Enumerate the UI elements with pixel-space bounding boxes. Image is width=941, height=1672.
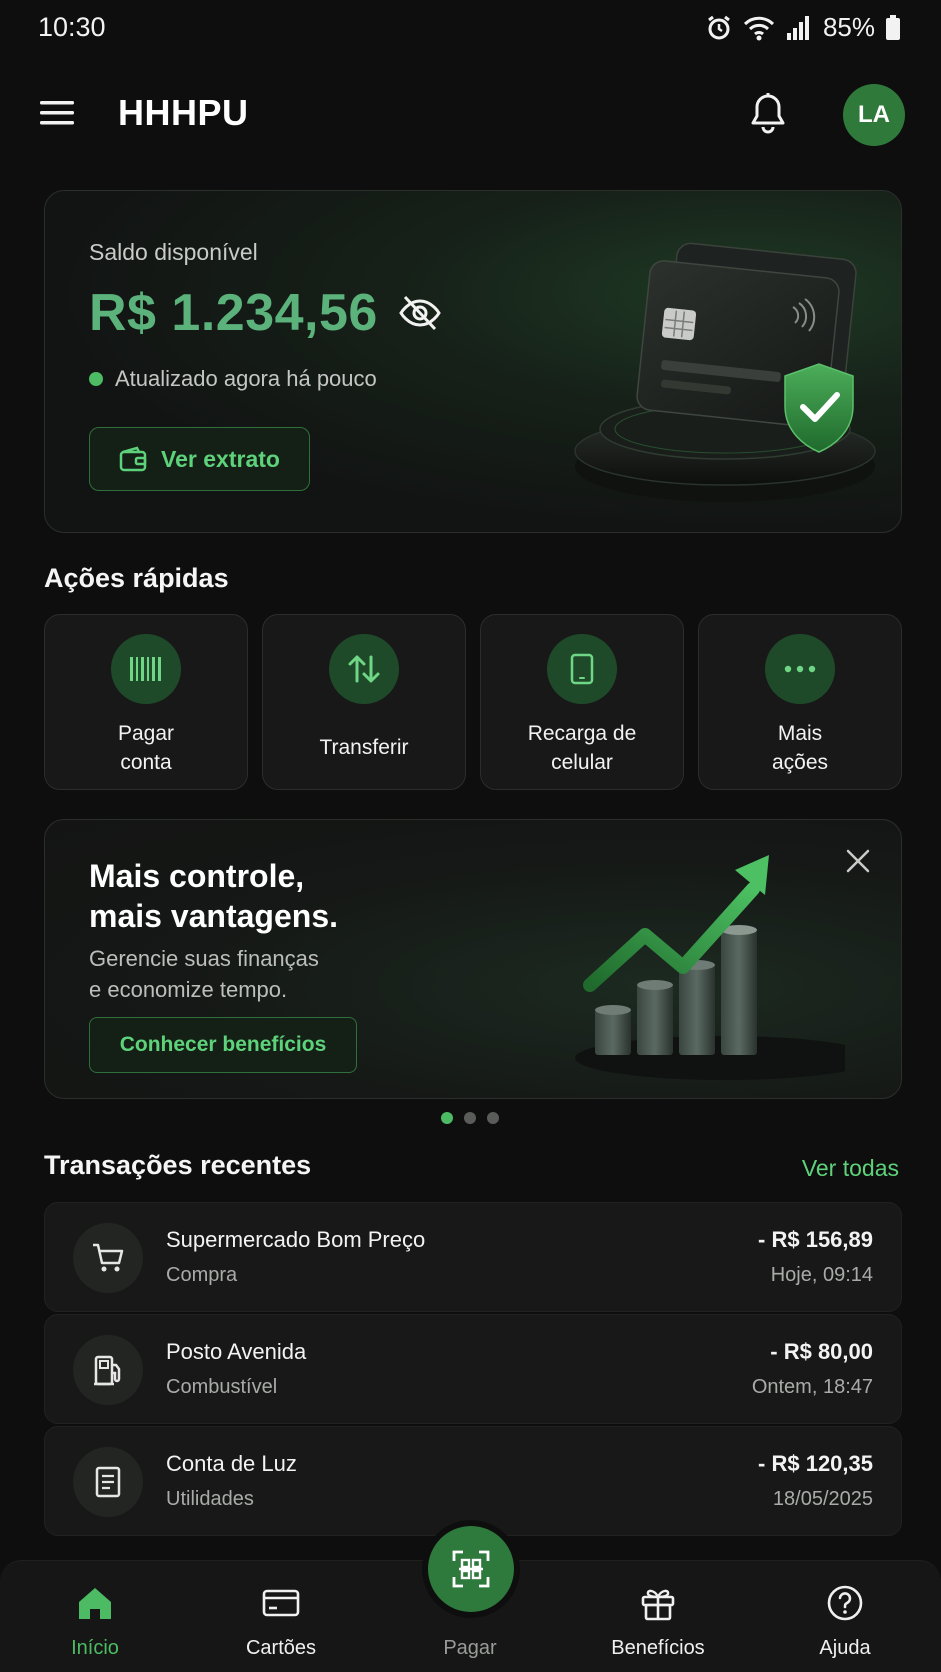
battery-percent: 85% bbox=[822, 12, 875, 42]
more-dots-icon bbox=[765, 634, 835, 704]
balance-amount: R$ 1.234,56 bbox=[89, 284, 378, 342]
cart-icon bbox=[73, 1223, 143, 1293]
wallet-icon bbox=[119, 446, 147, 472]
view-statement-label: Ver extrato bbox=[161, 445, 280, 472]
receipt-icon bbox=[73, 1447, 143, 1517]
transaction-list: Supermercado Bom Preço Compra - R$ 156,8… bbox=[44, 1202, 902, 1538]
close-icon bbox=[846, 849, 870, 873]
transaction-row[interactable]: Posto Avenida Combustível - R$ 80,00 Ont… bbox=[44, 1314, 902, 1424]
transaction-date: 18/05/2025 bbox=[772, 1488, 873, 1510]
balance-label: Saldo disponível bbox=[89, 239, 258, 265]
app-header: HHHPU LA bbox=[0, 80, 941, 150]
transaction-name: Posto Avenida bbox=[166, 1339, 307, 1364]
transfer-arrows-icon bbox=[329, 634, 399, 704]
credit-card-shield-illustration bbox=[574, 242, 876, 502]
transaction-row[interactable]: Conta de Luz Utilidades - R$ 120,35 18/0… bbox=[44, 1426, 902, 1536]
transaction-amount: - R$ 80,00 bbox=[770, 1339, 873, 1364]
battery-icon bbox=[886, 14, 900, 40]
nav-label: Pagar bbox=[443, 1637, 497, 1659]
nav-label: Cartões bbox=[245, 1637, 317, 1659]
learn-benefits-label: Conhecer benefícios bbox=[119, 1033, 327, 1056]
transaction-name: Supermercado Bom Preço bbox=[166, 1227, 426, 1252]
quick-action-label: Pagar conta bbox=[117, 722, 175, 774]
balance-row: R$ 1.234,56 bbox=[89, 283, 442, 343]
status-time: 10:30 bbox=[38, 12, 106, 42]
growth-chart-illustration bbox=[575, 855, 845, 1080]
status-icons: 85% bbox=[705, 12, 901, 43]
carousel-dots bbox=[441, 1112, 499, 1124]
transaction-name: Conta de Luz bbox=[166, 1451, 297, 1476]
nav-cards[interactable]: Cartões bbox=[206, 1561, 356, 1672]
pay-scan-button[interactable] bbox=[428, 1526, 514, 1612]
nav-label: Início bbox=[71, 1637, 119, 1659]
transactions-title: Transações recentes bbox=[44, 1150, 312, 1180]
transaction-amount: - R$ 156,89 bbox=[758, 1227, 873, 1252]
quick-action-label: Transferir bbox=[319, 736, 409, 759]
learn-benefits-button[interactable]: Conhecer benefícios bbox=[89, 1017, 357, 1073]
nav-label: Benefícios bbox=[611, 1637, 705, 1659]
gift-icon bbox=[641, 1589, 675, 1621]
view-statement-button[interactable]: Ver extrato bbox=[89, 427, 310, 491]
carousel-dot[interactable] bbox=[464, 1112, 476, 1124]
status-dot bbox=[89, 372, 103, 386]
transaction-date: Hoje, 09:14 bbox=[770, 1264, 873, 1286]
transaction-date: Ontem, 18:47 bbox=[751, 1376, 873, 1398]
quick-actions-title: Ações rápidas bbox=[44, 563, 229, 593]
eye-off-icon bbox=[399, 295, 441, 331]
balance-card: Saldo disponível R$ 1.234,56 Atualizado … bbox=[44, 190, 902, 533]
qr-scan-icon bbox=[452, 1550, 490, 1588]
close-banner-button[interactable] bbox=[845, 848, 877, 880]
quick-action-more[interactable]: Mais ações bbox=[698, 614, 902, 790]
transaction-category: Combustível bbox=[166, 1376, 278, 1398]
nav-home[interactable]: Início bbox=[20, 1561, 170, 1672]
nav-benefits[interactable]: Benefícios bbox=[583, 1561, 733, 1672]
transaction-category: Compra bbox=[166, 1264, 238, 1286]
quick-actions: Pagar conta Transferir Recarga de celula… bbox=[44, 614, 902, 790]
quick-action-phone-recharge[interactable]: Recarga de celular bbox=[480, 614, 684, 790]
nav-label: Ajuda bbox=[819, 1637, 871, 1659]
transaction-category: Utilidades bbox=[166, 1488, 254, 1510]
status-bar: 10:30 85% bbox=[0, 0, 941, 56]
help-icon bbox=[827, 1585, 863, 1621]
fuel-pump-icon bbox=[73, 1335, 143, 1405]
updated-text: Atualizado agora há pouco bbox=[115, 366, 377, 391]
avatar-initials: LA bbox=[858, 101, 890, 128]
see-all-link[interactable]: Ver todas bbox=[802, 1155, 899, 1182]
promo-banner[interactable]: Mais controle, mais vantagens. Gerencie … bbox=[44, 819, 902, 1099]
nav-help[interactable]: Ajuda bbox=[770, 1561, 920, 1672]
carousel-dot[interactable] bbox=[441, 1112, 453, 1124]
carousel-dot[interactable] bbox=[487, 1112, 499, 1124]
home-icon bbox=[79, 1588, 111, 1619]
promo-title: Mais controle, mais vantagens. bbox=[89, 858, 338, 934]
wifi-icon bbox=[743, 16, 775, 40]
updated-status: Atualizado agora há pouco bbox=[89, 366, 377, 392]
alarm-icon bbox=[708, 15, 730, 39]
signal-icon bbox=[786, 15, 809, 40]
card-icon bbox=[262, 1589, 300, 1617]
bell-icon bbox=[751, 93, 785, 134]
quick-action-transfer[interactable]: Transferir bbox=[262, 614, 466, 790]
transaction-row[interactable]: Supermercado Bom Preço Compra - R$ 156,8… bbox=[44, 1202, 902, 1312]
quick-action-pay-bill[interactable]: Pagar conta bbox=[44, 614, 248, 790]
promo-subtitle: Gerencie suas finanças e economize tempo… bbox=[89, 946, 319, 1002]
notifications-button[interactable] bbox=[748, 92, 790, 138]
menu-button[interactable] bbox=[40, 98, 80, 132]
hide-balance-button[interactable] bbox=[398, 293, 442, 333]
transaction-amount: - R$ 120,35 bbox=[758, 1451, 873, 1476]
quick-action-label: Recarga de celular bbox=[527, 722, 637, 774]
quick-action-label: Mais ações bbox=[771, 722, 829, 774]
hamburger-icon bbox=[40, 101, 74, 125]
app-title: HHHPU bbox=[118, 92, 249, 133]
barcode-icon bbox=[111, 634, 181, 704]
smartphone-icon bbox=[547, 634, 617, 704]
avatar[interactable]: LA bbox=[843, 84, 905, 146]
